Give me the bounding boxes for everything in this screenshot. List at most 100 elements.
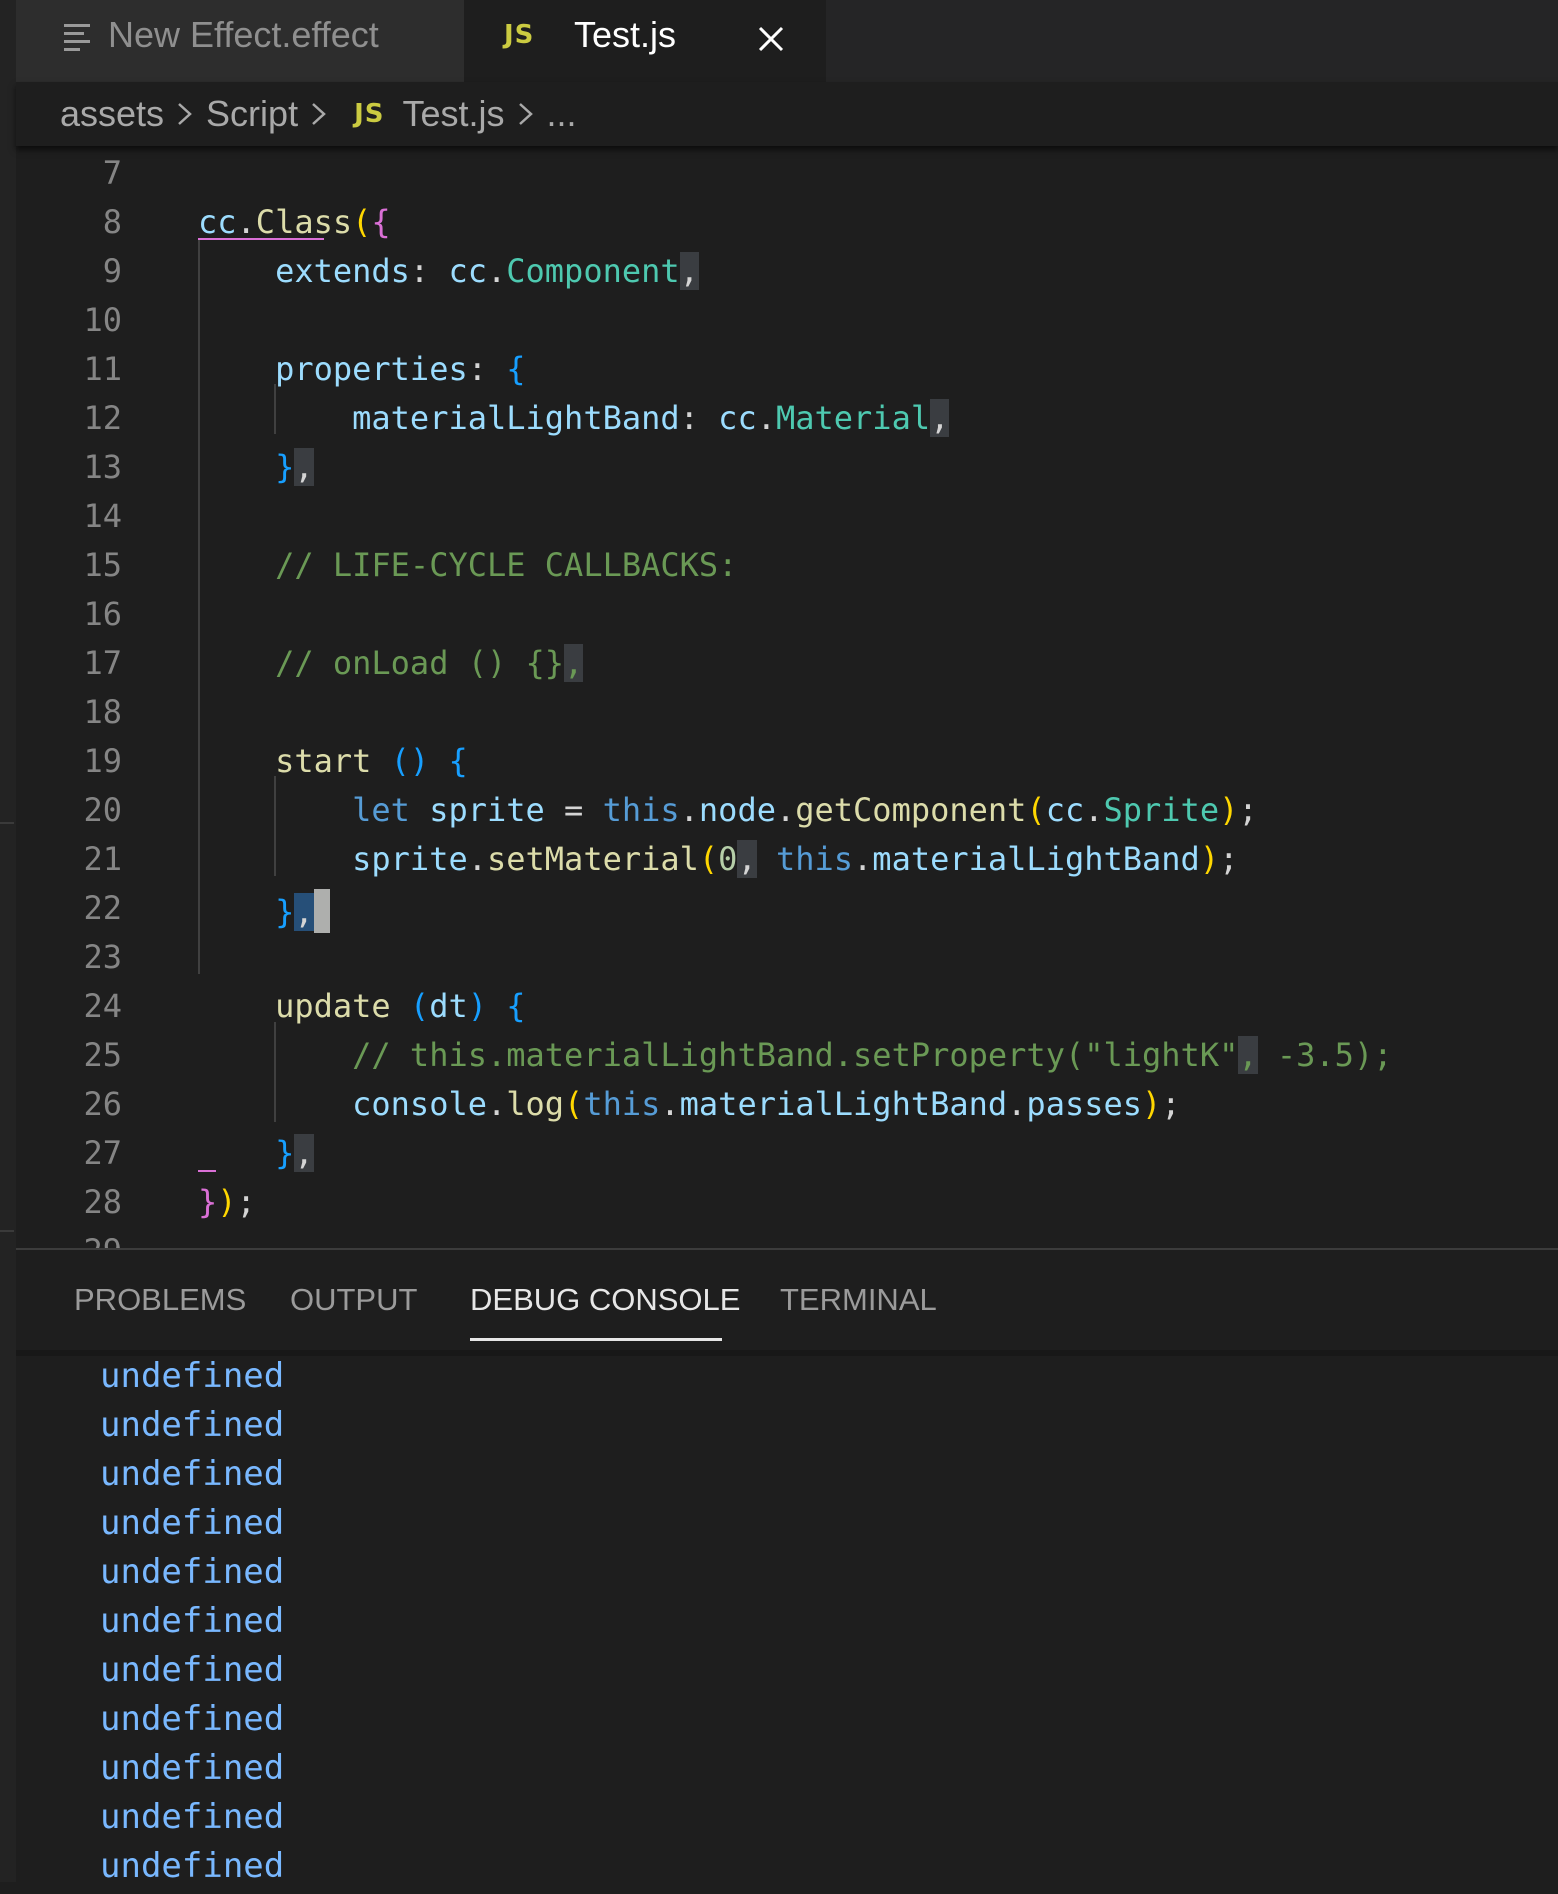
console-line: undefined xyxy=(100,1552,285,1592)
code-text: }); xyxy=(198,1183,256,1221)
sash-mark xyxy=(0,1230,14,1232)
code-text: }, xyxy=(198,889,330,933)
line-number: 17 xyxy=(83,644,122,682)
code-line: 18 xyxy=(16,685,1558,734)
console-line: undefined xyxy=(100,1748,285,1788)
code-line: 9 extends: cc.Component, xyxy=(16,244,1558,293)
editor-tab-bar: New Effect.effect JS Test.js xyxy=(16,0,1558,82)
line-number: 26 xyxy=(83,1085,122,1123)
breadcrumb-item-symbols[interactable]: ... xyxy=(547,93,577,135)
tab-label: New Effect.effect xyxy=(108,14,379,55)
active-tab-indicator xyxy=(470,1338,722,1341)
code-line: 8 cc.Class({ xyxy=(16,195,1558,244)
line-number: 8 xyxy=(102,203,122,241)
console-line: undefined xyxy=(100,1650,285,1690)
code-line: 26 console.log(this.materialLightBand.pa… xyxy=(16,1077,1558,1126)
code-line: 29 xyxy=(16,1224,1558,1248)
code-text: materialLightBand: cc.Material, xyxy=(352,399,950,437)
tab-output[interactable]: OUTPUT xyxy=(290,1282,417,1318)
console-line: undefined xyxy=(100,1699,285,1739)
line-number: 12 xyxy=(83,399,122,437)
line-number: 19 xyxy=(83,742,122,780)
panel-tab-bar: PROBLEMS OUTPUT DEBUG CONSOLE TERMINAL xyxy=(16,1250,1558,1350)
line-number: 16 xyxy=(83,595,122,633)
code-text: // this.materialLightBand.setProperty("l… xyxy=(352,1036,1393,1074)
code-text: // LIFE-CYCLE CALLBACKS: xyxy=(275,546,738,584)
tab-test-js[interactable]: JS Test.js xyxy=(464,0,826,82)
close-icon[interactable] xyxy=(750,18,792,60)
debug-console-output[interactable]: undefined undefined undefined undefined … xyxy=(16,1356,1558,1886)
line-number: 24 xyxy=(83,987,122,1025)
code-line: 14 xyxy=(16,489,1558,538)
menu-lines-icon xyxy=(64,22,92,52)
console-line: undefined xyxy=(100,1797,285,1837)
code-line: 17 // onLoad () {}, xyxy=(16,636,1558,685)
line-number: 27 xyxy=(83,1134,122,1172)
code-text: properties: { xyxy=(275,350,526,388)
console-line: undefined xyxy=(100,1405,285,1445)
code-text: cc.Class({ xyxy=(198,203,391,241)
code-text: console.log(this.materialLightBand.passe… xyxy=(352,1085,1181,1123)
code-line: 19 start () { xyxy=(16,734,1558,783)
breadcrumb-item-script[interactable]: Script xyxy=(206,93,298,135)
line-number: 7 xyxy=(102,154,122,192)
line-number: 9 xyxy=(102,252,122,290)
js-file-icon: JS xyxy=(354,99,385,129)
activity-strip xyxy=(0,0,16,1882)
sash-mark xyxy=(0,822,14,824)
code-text: }, xyxy=(275,448,314,486)
line-number: 10 xyxy=(83,301,122,339)
breadcrumb: assets Script JS Test.js ... xyxy=(16,82,1558,146)
code-text: sprite.setMaterial(0, this.materialLight… xyxy=(352,840,1239,878)
line-number: 23 xyxy=(83,938,122,976)
bottom-panel: PROBLEMS OUTPUT DEBUG CONSOLE TERMINAL u… xyxy=(16,1248,1558,1886)
tab-new-effect[interactable]: New Effect.effect xyxy=(16,0,464,82)
chevron-right-icon xyxy=(312,103,326,125)
code-line: 20 let sprite = this.node.getComponent(c… xyxy=(16,783,1558,832)
line-number: 15 xyxy=(83,546,122,584)
code-text: let sprite = this.node.getComponent(cc.S… xyxy=(352,791,1258,829)
code-line: 16 xyxy=(16,587,1558,636)
code-line: 12 materialLightBand: cc.Material, xyxy=(16,391,1558,440)
code-line: 21 sprite.setMaterial(0, this.materialLi… xyxy=(16,832,1558,881)
console-line: undefined xyxy=(100,1356,285,1396)
breadcrumb-item-assets[interactable]: assets xyxy=(60,93,164,135)
code-line: 24 update (dt) { xyxy=(16,979,1558,1028)
code-line: 15 // LIFE-CYCLE CALLBACKS: xyxy=(16,538,1558,587)
code-text: extends: cc.Component, xyxy=(275,252,699,290)
js-file-icon: JS xyxy=(504,20,535,50)
code-line: 23 xyxy=(16,930,1558,979)
code-text: // onLoad () {}, xyxy=(275,644,584,682)
code-line: 7 xyxy=(16,146,1558,195)
console-line: undefined xyxy=(100,1503,285,1543)
console-line: undefined xyxy=(100,1454,285,1494)
code-line: 11 properties: { xyxy=(16,342,1558,391)
console-line: undefined xyxy=(100,1846,285,1886)
console-line: undefined xyxy=(100,1601,285,1641)
code-line: 10 xyxy=(16,293,1558,342)
tab-problems[interactable]: PROBLEMS xyxy=(74,1282,246,1318)
line-number: 11 xyxy=(83,350,122,388)
breadcrumb-item-file[interactable]: Test.js xyxy=(402,93,504,135)
code-text: update (dt) { xyxy=(275,987,526,1025)
code-editor[interactable]: 7 8 cc.Class({ 9 extends: cc.Component, … xyxy=(16,146,1558,1248)
code-line: 13 }, xyxy=(16,440,1558,489)
tab-terminal[interactable]: TERMINAL xyxy=(780,1282,937,1318)
code-line: 27 }, xyxy=(16,1126,1558,1175)
code-text: start () { xyxy=(275,742,468,780)
code-text: }, xyxy=(275,1134,314,1172)
line-number: 29 xyxy=(16,1232,122,1248)
code-line: 25 // this.materialLightBand.setProperty… xyxy=(16,1028,1558,1077)
tab-label: Test.js xyxy=(574,14,677,55)
line-number: 21 xyxy=(83,840,122,878)
line-number: 25 xyxy=(83,1036,122,1074)
code-line: 28 }); xyxy=(16,1175,1558,1224)
line-number: 20 xyxy=(83,791,122,829)
line-number: 14 xyxy=(83,497,122,535)
code-line: 22 }, xyxy=(16,881,1558,933)
line-number: 13 xyxy=(83,448,122,486)
tab-debug-console[interactable]: DEBUG CONSOLE xyxy=(470,1282,740,1318)
chevron-right-icon xyxy=(518,103,533,125)
line-number: 28 xyxy=(83,1183,122,1221)
text-cursor xyxy=(313,889,330,933)
